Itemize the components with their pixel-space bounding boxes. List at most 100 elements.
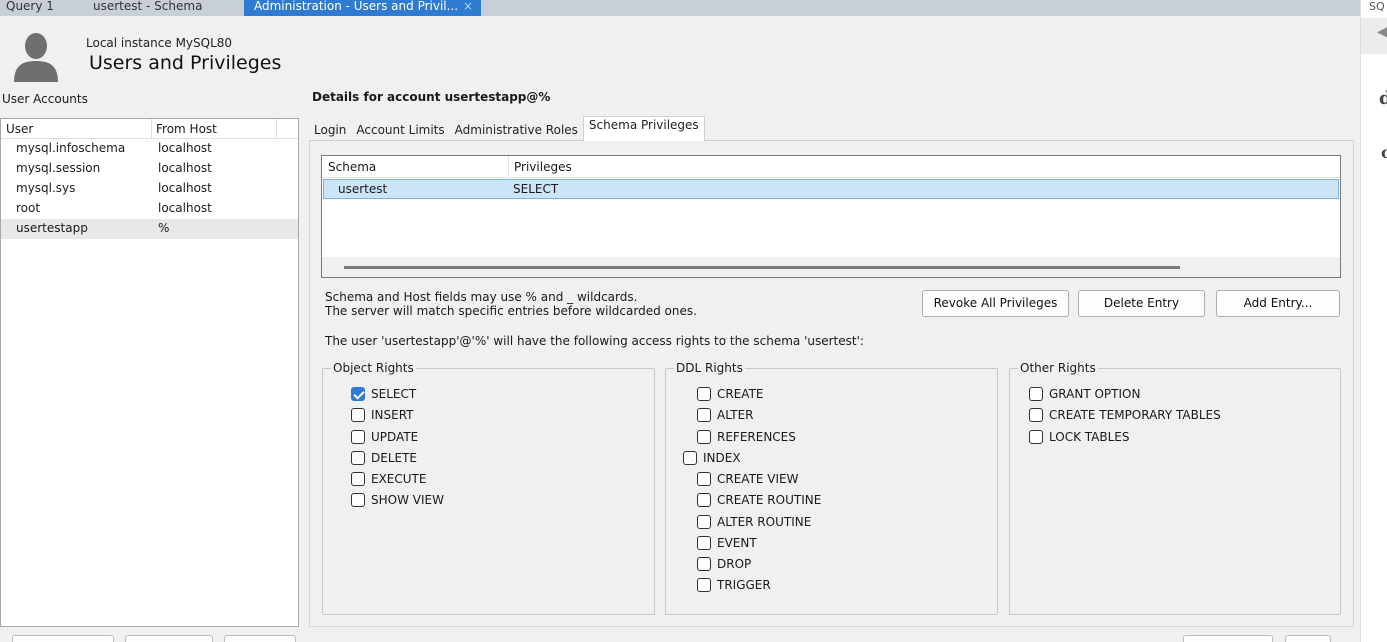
list-item[interactable]: mysql.sys localhost (1, 179, 298, 199)
create-temporary-tables-checkbox[interactable]: CREATE TEMPORARY TABLES (1029, 408, 1221, 422)
checkbox-label: ALTER (717, 408, 754, 422)
checkbox-icon (697, 472, 711, 486)
create-checkbox[interactable]: CREATE (697, 387, 764, 401)
add-entry-button[interactable]: Add Entry... (1216, 290, 1340, 317)
horizontal-scrollbar[interactable] (322, 257, 1340, 277)
trigger-checkbox[interactable]: TRIGGER (697, 578, 771, 592)
select-checkbox[interactable]: SELECT (351, 387, 416, 401)
user-accounts-label: User Accounts (2, 92, 88, 106)
side-panel-label: SQ (1369, 0, 1385, 13)
tab-administration-users[interactable]: Administration - Users and Privil... × (244, 0, 481, 16)
checkbox-icon (697, 536, 711, 550)
tab-usertest-schema[interactable]: usertest - Schema (80, 0, 244, 16)
checkbox-icon (1029, 408, 1043, 422)
user-host: localhost (158, 201, 212, 215)
apply-button[interactable] (1285, 635, 1331, 642)
checkbox-label: TRIGGER (717, 578, 771, 592)
tab-login[interactable]: Login (309, 118, 352, 141)
checkbox-label: DELETE (371, 451, 418, 465)
references-checkbox[interactable]: REFERENCES (697, 430, 796, 444)
checkbox-icon (697, 578, 711, 592)
column-header-schema[interactable]: Schema (328, 160, 376, 174)
checkbox-icon (1029, 387, 1043, 401)
other-rights-group: Other Rights (1009, 361, 1341, 615)
object-rights-group: Object Rights (322, 361, 655, 615)
side-panel-text: c (1381, 143, 1387, 162)
tab-account-limits[interactable]: Account Limits (351, 118, 450, 141)
revoke-all-privileges-button[interactable]: Revoke All Privileges (922, 290, 1069, 317)
list-item[interactable]: mysql.session localhost (1, 159, 298, 179)
details-title: Details for account usertestapp@% (312, 90, 551, 104)
checkbox-icon (351, 430, 365, 444)
add-account-button[interactable] (12, 635, 114, 642)
delete-checkbox[interactable]: DELETE (351, 451, 417, 465)
tab-label: Administration - Users and Privil... (254, 0, 459, 13)
checkbox-label: INDEX (703, 451, 741, 465)
create-routine-checkbox[interactable]: CREATE ROUTINE (697, 493, 821, 507)
list-item-selected[interactable]: usertestapp % (1, 219, 298, 239)
create-view-checkbox[interactable]: CREATE VIEW (697, 472, 799, 486)
checkbox-icon (351, 408, 365, 422)
checkbox-icon (1029, 430, 1043, 444)
checkbox-label: CREATE VIEW (717, 472, 799, 486)
scrollbar-thumb[interactable] (344, 266, 1180, 269)
close-icon[interactable]: × (463, 0, 473, 13)
checkbox-label: CREATE ROUTINE (717, 493, 822, 507)
checkbox-label: SHOW VIEW (371, 493, 444, 507)
grant-option-checkbox[interactable]: GRANT OPTION (1029, 387, 1140, 401)
checkbox-icon (351, 451, 365, 465)
column-header-from-host[interactable]: From Host (156, 122, 217, 136)
user-name: usertestapp (16, 221, 88, 235)
user-icon (14, 33, 58, 82)
table-header: Schema Privileges (322, 156, 1340, 178)
delete-entry-button[interactable]: Delete Entry (1078, 290, 1205, 317)
execute-checkbox[interactable]: EXECUTE (351, 472, 426, 486)
column-header-user[interactable]: User (6, 122, 33, 136)
schema-privileges-table[interactable]: Schema Privileges usertest SELECT (321, 155, 1341, 278)
event-checkbox[interactable]: EVENT (697, 536, 757, 550)
tab-schema-privileges[interactable]: Schema Privileges (582, 116, 705, 141)
checkbox-label: CREATE (717, 387, 764, 401)
show-view-checkbox[interactable]: SHOW VIEW (351, 493, 444, 507)
user-name: mysql.session (16, 161, 101, 175)
side-panel: SQ ◀ d c (1360, 0, 1387, 642)
checkbox-label: GRANT OPTION (1049, 387, 1141, 401)
hint-line: The server will match specific entries b… (325, 304, 697, 318)
group-legend: DDL Rights (674, 361, 745, 375)
table-row[interactable]: usertest SELECT (323, 179, 1339, 199)
user-name: root (16, 201, 41, 215)
user-accounts-list[interactable]: User From Host mysql.infoschema localhos… (0, 118, 299, 627)
revert-button[interactable] (1183, 635, 1273, 642)
tab-administrative-roles[interactable]: Administrative Roles (449, 118, 583, 141)
user-name: mysql.sys (16, 181, 76, 195)
user-host: localhost (158, 161, 212, 175)
wildcard-hint: Schema and Host fields may use % and _ w… (325, 290, 697, 318)
checkbox-icon (697, 408, 711, 422)
list-item[interactable]: mysql.infoschema localhost (1, 139, 298, 159)
alter-routine-checkbox[interactable]: ALTER ROUTINE (697, 515, 811, 529)
checkbox-label: INSERT (371, 408, 414, 422)
index-checkbox[interactable]: INDEX (683, 451, 741, 465)
lock-tables-checkbox[interactable]: LOCK TABLES (1029, 430, 1130, 444)
insert-checkbox[interactable]: INSERT (351, 408, 414, 422)
checkbox-label: DROP (717, 557, 752, 571)
checkbox-icon (697, 557, 711, 571)
checkbox-icon (697, 387, 711, 401)
list-item[interactable]: root localhost (1, 199, 298, 219)
checkbox-label: UPDATE (371, 430, 419, 444)
update-checkbox[interactable]: UPDATE (351, 430, 418, 444)
document-tab-bar: Query 1 usertest - Schema Administration… (0, 0, 1360, 16)
user-host: localhost (158, 141, 212, 155)
refresh-button[interactable] (224, 635, 296, 642)
drop-checkbox[interactable]: DROP (697, 557, 751, 571)
column-header-privileges[interactable]: Privileges (514, 160, 572, 174)
tab-query-1[interactable]: Query 1 (0, 0, 80, 16)
privileges-cell: SELECT (513, 182, 559, 196)
delete-account-button[interactable] (125, 635, 213, 642)
arrow-left-icon[interactable]: ◀ (1377, 24, 1387, 40)
checkbox-icon (697, 493, 711, 507)
list-header: User From Host (1, 119, 298, 139)
alter-checkbox[interactable]: ALTER (697, 408, 754, 422)
group-legend: Object Rights (331, 361, 416, 375)
user-host: % (158, 221, 170, 235)
